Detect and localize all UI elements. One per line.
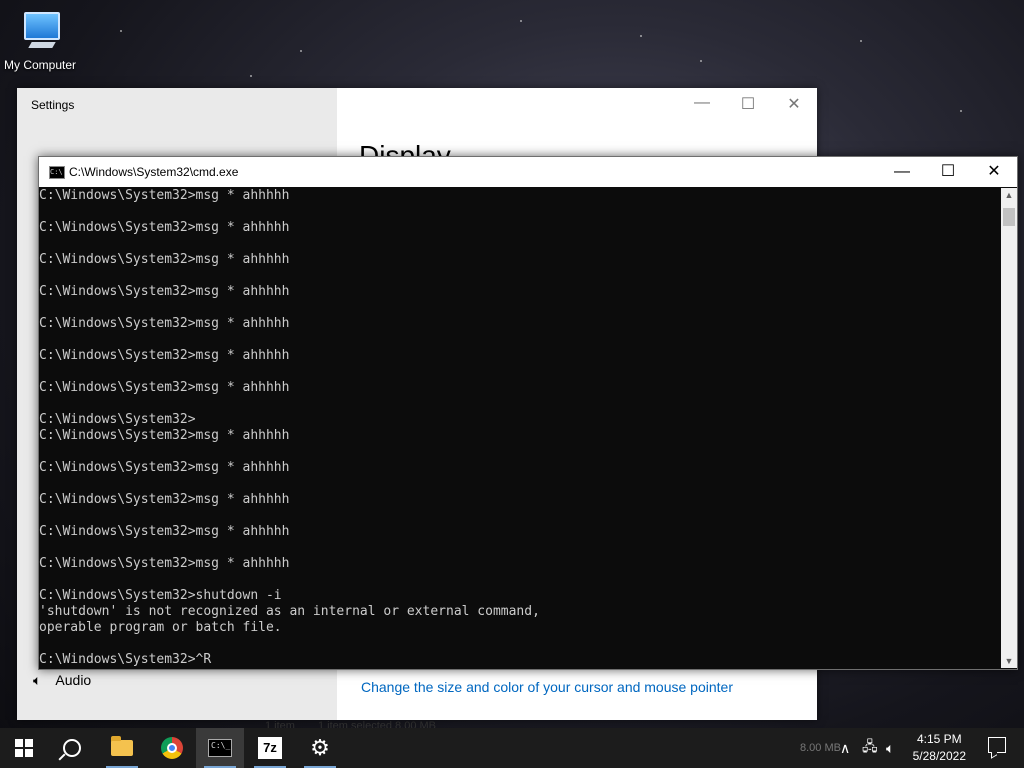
cmd-title: C:\Windows\System32\cmd.exe	[69, 165, 239, 179]
show-hidden-icons-chevron-icon[interactable]: ∧	[840, 728, 850, 768]
console-line: C:\Windows\System32>msg * ahhhhh	[39, 492, 290, 507]
maximize-button[interactable]: ☐	[725, 94, 771, 114]
taskbar-command-prompt[interactable]: C:\_	[196, 728, 244, 768]
console-line: C:\Windows\System32>	[39, 412, 196, 427]
scroll-thumb[interactable]	[1003, 208, 1015, 226]
console-line: 'shutdown' is not recognized as an inter…	[39, 604, 540, 619]
console-line: C:\Windows\System32>msg * ahhhhh	[39, 284, 290, 299]
maximize-button[interactable]: ☐	[925, 157, 971, 187]
folder-icon	[111, 736, 133, 756]
scroll-down-icon[interactable]: ▼	[1001, 656, 1017, 666]
console-line: C:\Windows\System32>msg * ahhhhh	[39, 188, 290, 203]
console-line: operable program or batch file.	[39, 620, 282, 635]
start-button[interactable]	[0, 728, 48, 768]
taskbar-settings[interactable]: ⚙	[296, 728, 344, 768]
scrollbar[interactable]: ▲ ▼	[1001, 188, 1017, 668]
peek-size: 8.00 MB	[800, 742, 841, 754]
clock-date: 5/28/2022	[912, 749, 966, 763]
console-line: C:\Windows\System32>msg * ahhhhh	[39, 316, 290, 331]
console-line: C:\Windows\System32>msg * ahhhhh	[39, 252, 290, 267]
clock-time: 4:15 PM	[916, 732, 962, 746]
network-icon[interactable]: 🖧︎	[862, 728, 878, 768]
console-line: C:\Windows\System32>msg * ahhhhh	[39, 428, 290, 443]
7zip-icon: 7z	[258, 737, 282, 759]
computer-icon	[18, 10, 62, 54]
search-icon	[63, 739, 81, 757]
notifications-icon[interactable]	[988, 737, 1006, 753]
taskbar-file-explorer[interactable]	[98, 728, 146, 768]
console-line: C:\Windows\System32>msg * ahhhhh	[39, 460, 290, 475]
cursor-settings-link[interactable]: Change the size and color of your cursor…	[361, 679, 733, 695]
cmd-titlebar[interactable]: C:\ C:\Windows\System32\cmd.exe — ☐ ✕	[39, 157, 1017, 187]
console-line: C:\Windows\System32>msg * ahhhhh	[39, 220, 290, 235]
sidebar-item-label: Audio	[55, 672, 92, 688]
console-line: C:\Windows\System32>shutdown -i	[39, 588, 282, 603]
console-output[interactable]: C:\Windows\System32>msg * ahhhhh C:\Windo…	[39, 188, 1001, 668]
close-button[interactable]: ✕	[971, 157, 1017, 187]
console-line: C:\Windows\System32>msg * ahhhhh	[39, 380, 290, 395]
cmd-app-icon: C:\	[49, 166, 65, 179]
console-line: C:\Windows\System32>msg * ahhhhh	[39, 556, 290, 571]
scroll-up-icon[interactable]: ▲	[1001, 190, 1017, 200]
search-button[interactable]	[48, 728, 96, 768]
settings-title: Settings	[31, 98, 75, 112]
desktop-icon-label: My Computer	[3, 58, 77, 72]
close-button[interactable]: ✕	[771, 94, 817, 114]
taskbar-chrome[interactable]	[148, 728, 196, 768]
sidebar-item-audio[interactable]: 🔈︎ Audio	[33, 672, 91, 689]
cmd-icon: C:\_	[208, 739, 232, 757]
cmd-window[interactable]: C:\ C:\Windows\System32\cmd.exe — ☐ ✕ C:…	[38, 156, 1018, 670]
console-line: C:\Windows\System32>^R	[39, 652, 212, 667]
clock[interactable]: 4:15 PM 5/28/2022	[913, 731, 966, 765]
speaker-icon: 🔈︎	[33, 672, 42, 688]
volume-icon[interactable]: 🔈︎	[886, 728, 894, 768]
minimize-button[interactable]: —	[679, 94, 725, 112]
console-line: C:\Windows\System32>msg * ahhhhh	[39, 524, 290, 539]
taskbar-7zip[interactable]: 7z	[246, 728, 294, 768]
minimize-button[interactable]: —	[879, 157, 925, 187]
desktop-icon-my-computer[interactable]: My Computer	[2, 10, 78, 72]
taskbar: C:\_ 7z ⚙ 8.00 MB ∧ 🖧︎ 🔈︎ 4:15 PM 5/28/2…	[0, 728, 1024, 768]
chrome-icon	[161, 737, 183, 759]
windows-logo-icon	[15, 739, 33, 757]
console-line: C:\Windows\System32>msg * ahhhhh	[39, 348, 290, 363]
gear-icon: ⚙	[310, 735, 330, 760]
